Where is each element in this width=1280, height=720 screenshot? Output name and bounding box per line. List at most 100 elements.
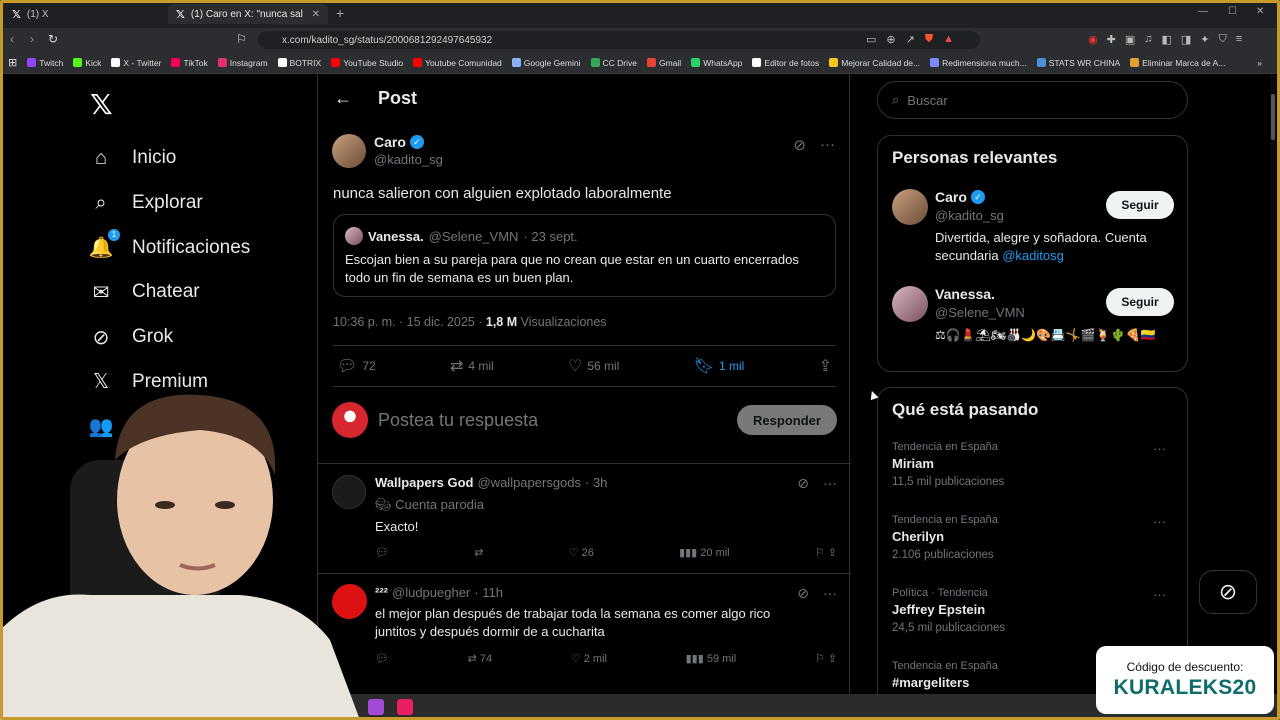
post-timestamp[interactable]: 10:36 p. m. · 15 dic. 2025 · <box>333 315 482 329</box>
nav-item[interactable]: ✉ Chatear <box>88 270 250 315</box>
reply-item[interactable]: Wallpapers God @wallpapersgods · 3h ⊘ ···… <box>318 463 851 573</box>
reload-icon[interactable]: ↻ <box>48 32 58 46</box>
extension-box-icon[interactable]: ▣ <box>1125 33 1135 46</box>
person-handle[interactable]: @kadito_sg <box>935 208 1004 223</box>
nav-item[interactable]: ⌕ Explorar <box>88 181 250 226</box>
reply-author-name[interactable]: ²²² <box>375 585 388 600</box>
apps-grid-icon[interactable]: ⊞ <box>8 56 17 69</box>
bookmark-item[interactable]: CC Drive <box>590 58 637 68</box>
bookmark-item[interactable]: TikTok <box>171 58 208 68</box>
bookmarks-overflow-icon[interactable]: » <box>1257 58 1262 68</box>
bookmark-item[interactable]: Redimensiona much... <box>930 58 1027 68</box>
repost-action[interactable]: ⇄ 74 <box>468 652 493 665</box>
nav-item[interactable]: ⌂ Inicio <box>88 136 250 181</box>
leo-icon[interactable]: ✦ <box>1200 33 1209 46</box>
bookmark-item[interactable]: Instagram <box>217 58 268 68</box>
bookmark-item[interactable]: YouTube Studio <box>331 58 403 68</box>
x-home-logo-icon[interactable]: 𝕏 <box>90 88 113 121</box>
quoted-post[interactable]: Vanessa. @Selene_VMN · 23 sept. Escojan … <box>333 214 836 297</box>
more-options-icon[interactable]: ··· <box>1153 441 1166 456</box>
reply-icon[interactable]: 💬︎ <box>375 652 389 665</box>
like-action[interactable]: ♡ 26 <box>569 546 594 559</box>
person-card[interactable]: Caro ✓ @kadito_sg Divertida, alegre y soñ… <box>892 189 1174 269</box>
follow-button[interactable]: Seguir <box>1106 191 1174 219</box>
taskbar-app-icon[interactable] <box>368 699 384 715</box>
vpn-icon[interactable]: ⛉ <box>1219 33 1227 46</box>
nav-item[interactable]: ⊘ Grok <box>88 315 250 360</box>
extensions-icon[interactable]: ✚ <box>1107 33 1116 46</box>
more-options-icon[interactable]: ··· <box>820 136 835 154</box>
back-icon[interactable]: ‹ <box>10 32 14 46</box>
like-action[interactable]: ♡ 2 mil <box>571 652 607 665</box>
trend-item[interactable]: Tendencia en España Cherilyn 2.106 publica… <box>892 514 1174 561</box>
bookmark-item[interactable]: X - Twitter <box>111 58 161 68</box>
reply-author-name[interactable]: Wallpapers God <box>375 475 473 490</box>
grok-floating-button[interactable]: ⊘ <box>1199 570 1257 614</box>
wallet-icon[interactable]: ◨ <box>1181 33 1191 46</box>
bio-link[interactable]: @kaditosg <box>1002 248 1064 263</box>
nav-item[interactable]: 🔔 1 Notificaciones <box>88 225 250 270</box>
bookmark-icon[interactable]: ⚐ ⇪ <box>815 546 837 559</box>
more-options-icon[interactable]: ··· <box>1153 587 1166 602</box>
grok-explain-icon[interactable]: ⊘ <box>797 585 809 602</box>
reply-input[interactable]: Postea tu respuesta <box>378 410 737 431</box>
reply-button[interactable]: Responder <box>737 405 837 435</box>
trend-item[interactable]: Tendencia en España Miriam 11,5 mil public… <box>892 441 1174 488</box>
grok-explain-icon[interactable]: ⊘ <box>797 475 809 492</box>
bookmark-item[interactable]: Kick <box>73 58 101 68</box>
scrollbar[interactable] <box>1270 74 1276 694</box>
person-handle[interactable]: @Selene_VMN <box>935 305 1025 320</box>
share-action[interactable]: ⇪ <box>819 356 832 376</box>
bookmark-item[interactable]: Youtube Comunidad <box>413 58 502 68</box>
reply-time[interactable]: · 3h <box>585 475 607 490</box>
zoom-icon[interactable]: ⊕ <box>886 33 895 46</box>
screen-icon[interactable]: ▭ <box>866 33 876 46</box>
bookmark-item[interactable]: WhatsApp <box>691 58 742 68</box>
bookmark-icon[interactable]: ⚐ ⇪ <box>815 652 837 665</box>
sidebar-toggle-icon[interactable]: ◧ <box>1161 33 1171 46</box>
minimize-icon[interactable]: — <box>1198 6 1208 17</box>
reply-author-handle[interactable]: @wallpapersgods <box>477 475 581 490</box>
extension-record-icon[interactable]: ◉ <box>1088 33 1098 46</box>
reply-author-handle[interactable]: @ludpuegher <box>392 585 470 600</box>
more-options-icon[interactable]: ··· <box>823 585 837 602</box>
person-avatar[interactable] <box>892 189 928 225</box>
search-input[interactable]: ⌕ Buscar <box>877 81 1188 119</box>
bookmark-item[interactable]: STATS WR CHINA <box>1036 58 1120 68</box>
bookmark-item[interactable]: Twitch <box>27 58 63 68</box>
views-action[interactable]: ▮▮▮ 20 mil <box>679 546 730 559</box>
browser-tab-home[interactable]: 𝕏 (1) X <box>4 4 168 24</box>
person-name[interactable]: Vanessa. <box>935 286 995 302</box>
grok-explain-icon[interactable]: ⊘ <box>793 136 806 154</box>
bookmark-item[interactable]: Editor de fotos <box>752 58 819 68</box>
taskbar-tiktok-icon[interactable] <box>397 699 413 715</box>
more-options-icon[interactable]: ··· <box>1153 514 1166 529</box>
browser-tab-active[interactable]: 𝕏 (1) Caro en X: "nunca salieron co ✕ <box>168 4 328 24</box>
reply-time[interactable]: · 11h <box>474 585 503 600</box>
person-avatar[interactable] <box>892 286 928 322</box>
bookmark-item[interactable]: BOTRIX <box>277 58 321 68</box>
follow-button[interactable]: Seguir <box>1106 288 1174 316</box>
menu-icon[interactable]: ≡ <box>1236 33 1242 46</box>
bookmark-item[interactable]: Eliminar Marca de A... <box>1130 58 1225 68</box>
reply-icon[interactable]: 💬︎ <box>375 546 389 559</box>
scrollbar-thumb[interactable] <box>1271 94 1275 140</box>
share-icon[interactable]: ↗ <box>906 33 915 46</box>
author-name[interactable]: Caro <box>374 134 406 150</box>
post-author[interactable]: Caro ✓ @kadito_sg <box>332 134 443 168</box>
forward-icon[interactable]: › <box>30 32 34 46</box>
person-name[interactable]: Caro <box>935 189 967 205</box>
rewards-icon[interactable]: ▲ <box>943 33 954 46</box>
repost-action[interactable]: ⇄ 4 mil <box>450 356 494 376</box>
bookmark-item[interactable]: Google Gemini <box>511 58 581 68</box>
back-arrow-icon[interactable]: ← <box>334 88 352 109</box>
bookmark-page-icon[interactable]: ⚐ <box>236 32 247 46</box>
repost-icon[interactable]: ⇄ <box>474 546 483 559</box>
bookmark-item[interactable]: Mejorar Calidad de... <box>829 58 920 68</box>
close-window-icon[interactable]: ✕ <box>1256 6 1264 17</box>
maximize-icon[interactable]: ☐ <box>1228 6 1237 17</box>
reply-action[interactable]: 💬︎ 72 <box>337 356 376 376</box>
author-handle[interactable]: @kadito_sg <box>374 152 443 167</box>
person-card[interactable]: Vanessa. @Selene_VMN ⚖🎧💄⛱🏍🎳🌙🎨📇🤸🎬🍹🌵🍕🇨🇴 Se… <box>892 286 1174 366</box>
bookmark-action[interactable]: 🔖︎ 1 mil <box>694 356 745 376</box>
